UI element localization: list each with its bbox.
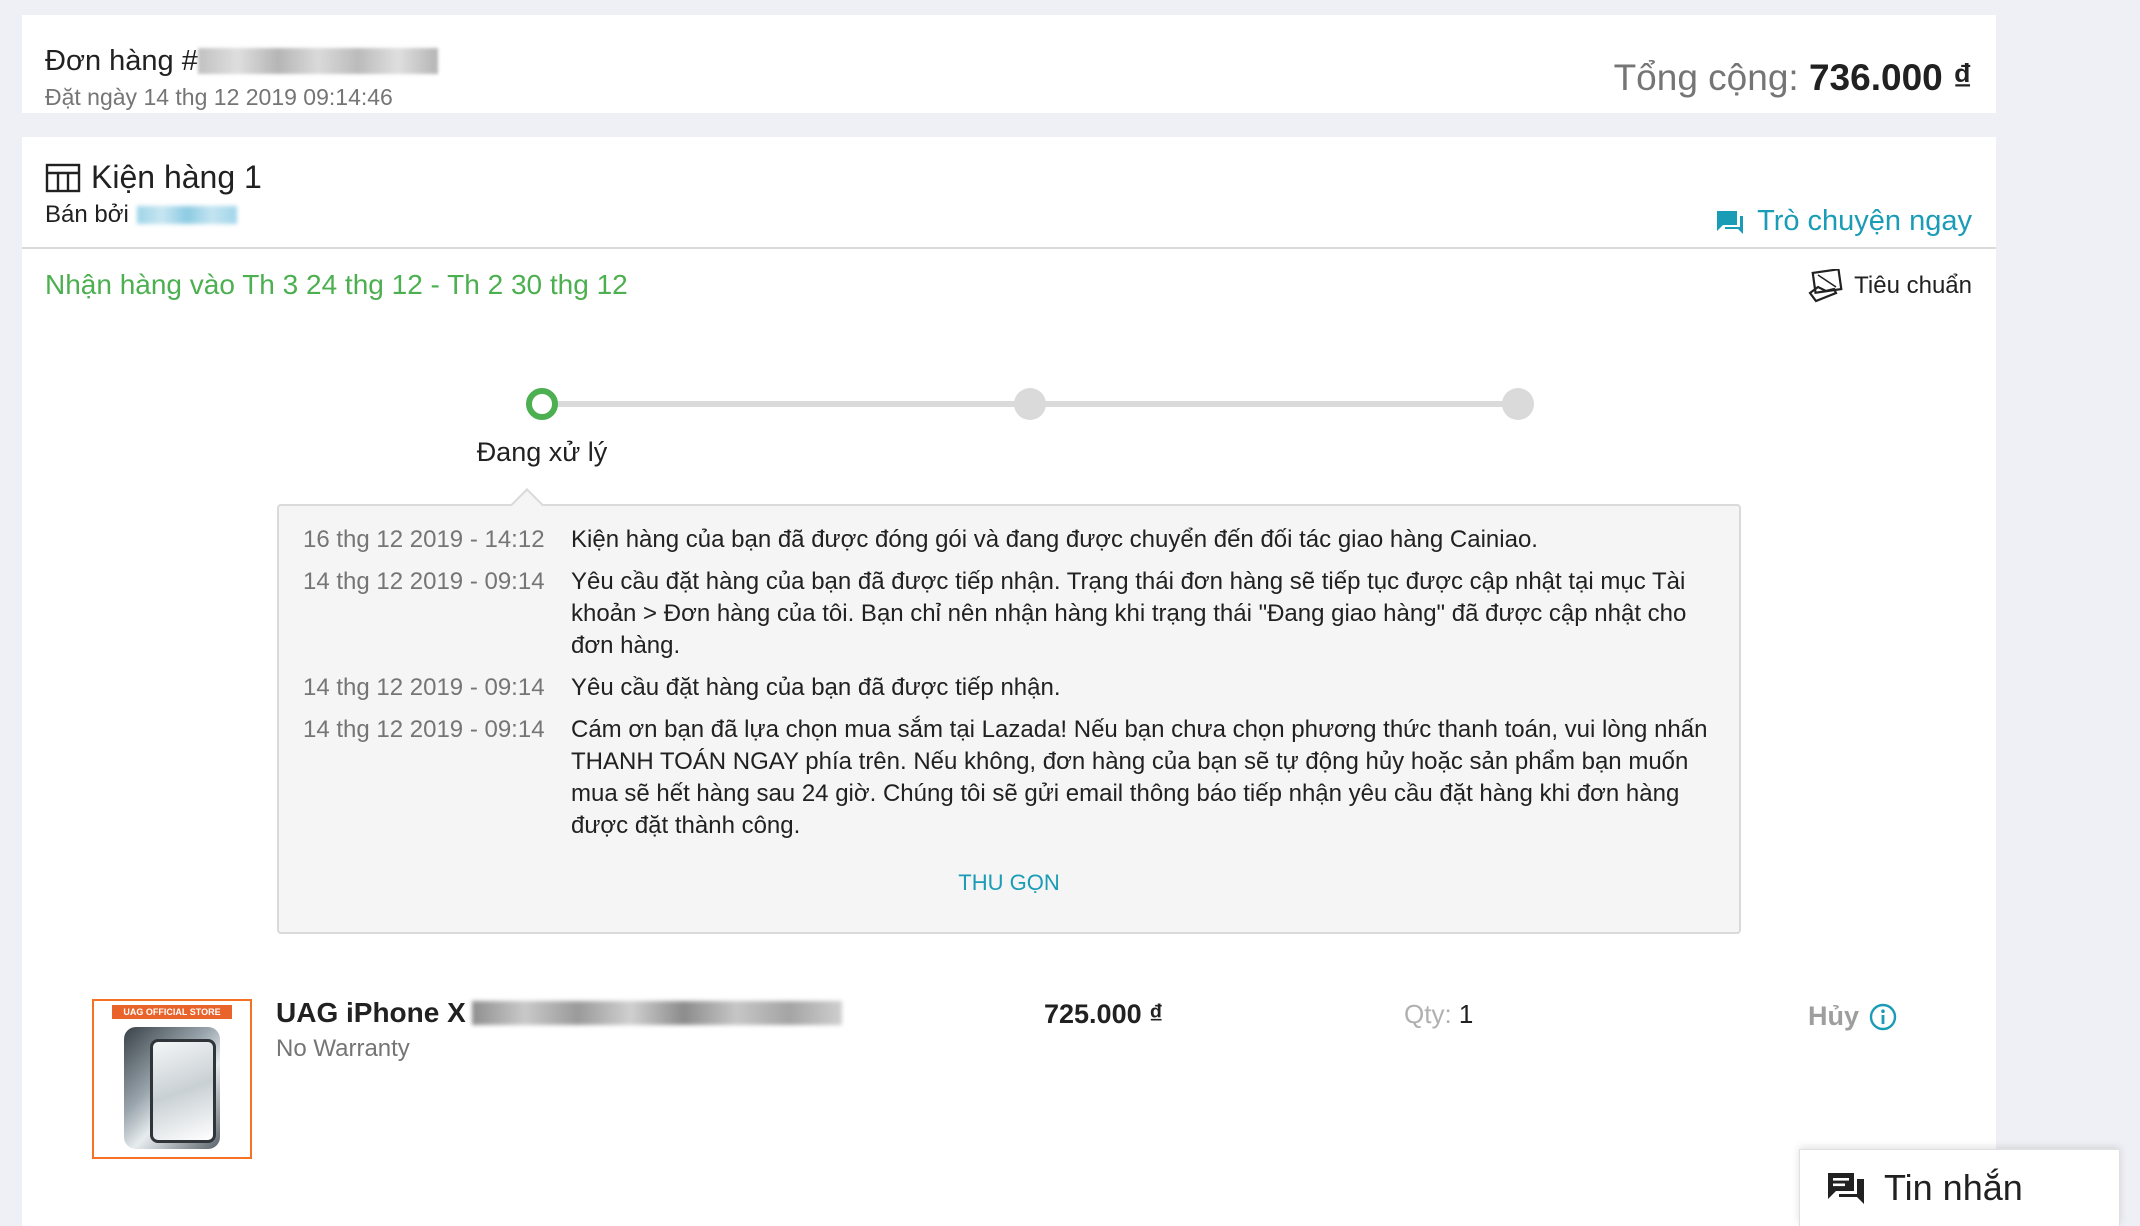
- timeline-time: 14 thg 12 2019 - 09:14: [303, 674, 545, 701]
- order-number-label: Đơn hàng #: [45, 45, 198, 77]
- product-name[interactable]: UAG iPhone X: [276, 997, 842, 1029]
- product-thumbnail[interactable]: UAG OFFICIAL STORE: [92, 999, 252, 1159]
- package-title: Kiện hàng 1: [45, 159, 262, 196]
- progress-step-delivered: [1502, 388, 1534, 420]
- store-tag: UAG OFFICIAL STORE: [112, 1005, 232, 1019]
- package-card: Kiện hàng 1 Bán bởi Trò chuyện ngay Nhận…: [22, 137, 1996, 1226]
- order-total: Tổng cộng: 736.000 ₫: [1614, 57, 1972, 99]
- package-title-text: Kiện hàng 1: [91, 159, 262, 195]
- product-quantity: Qty: 1: [1404, 999, 1473, 1030]
- order-placed-date: Đặt ngày 14 thg 12 2019 09:14:46: [45, 84, 393, 110]
- progress-segment-2: [1030, 401, 1518, 407]
- page-background-strip: [1996, 0, 2140, 1226]
- seller-label: Bán bởi: [45, 201, 129, 228]
- timeline-time: 16 thg 12 2019 - 14:12: [303, 526, 545, 553]
- seller-line: Bán bởi: [45, 201, 237, 229]
- delivery-range: Nhận hàng vào Th 3 24 thg 12 - Th 2 30 t…: [45, 269, 628, 300]
- item-status-label: Hủy: [1808, 1001, 1860, 1031]
- order-total-label: Tổng cộng:: [1613, 57, 1799, 98]
- progress-step-shipped: [1014, 388, 1046, 420]
- shipping-type: Tiêu chuẩn: [1808, 269, 1972, 303]
- product-price: 725.000 ₫: [1044, 999, 1163, 1029]
- order-number: Đơn hàng #: [45, 45, 438, 78]
- message-icon: [1828, 1173, 1864, 1204]
- shipping-type-label: Tiêu chuẩn: [1854, 272, 1972, 299]
- package-header: Kiện hàng 1 Bán bởi Trò chuyện ngay: [22, 137, 1996, 249]
- progress-status-label: Đang xử lý: [476, 437, 608, 467]
- redacted-seller-name[interactable]: [136, 206, 237, 224]
- messages-widget[interactable]: Tin nhắn: [1799, 1149, 2120, 1226]
- collapse-timeline-button[interactable]: THU GỌN: [279, 870, 1739, 896]
- delivery-hand-icon: [1808, 269, 1843, 303]
- timeline-text: Yêu cầu đặt hàng của bạn đã được tiếp nh…: [571, 568, 1687, 659]
- chat-icon: [1717, 210, 1744, 234]
- chat-now-button[interactable]: Trò chuyện ngay: [1715, 205, 1972, 238]
- chat-now-label: Trò chuyện ngay: [1757, 205, 1972, 237]
- redacted-product-variant: [471, 1001, 842, 1025]
- quantity-value: 1: [1458, 999, 1474, 1029]
- messages-widget-label: Tin nhắn: [1884, 1167, 2023, 1208]
- quantity-label: Qty:: [1404, 999, 1452, 1029]
- info-icon[interactable]: [1869, 1003, 1897, 1031]
- order-total-value: 736.000 ₫: [1808, 57, 1972, 98]
- product-name-text: UAG iPhone X: [276, 997, 466, 1028]
- timeline-text: Kiện hàng của bạn đã được đóng gói và đa…: [571, 526, 1538, 553]
- redacted-order-id: [197, 48, 438, 74]
- timeline-time: 14 thg 12 2019 - 09:14: [303, 568, 545, 595]
- progress-segment-1: [542, 401, 1030, 407]
- timeline-time: 14 thg 12 2019 - 09:14: [303, 716, 545, 743]
- package-icon: [45, 163, 81, 192]
- order-header: Đơn hàng # Đặt ngày 14 thg 12 2019 09:14…: [22, 15, 1996, 113]
- timeline-text: Yêu cầu đặt hàng của bạn đã được tiếp nh…: [571, 674, 1061, 701]
- progress-step-processing: [526, 388, 558, 420]
- product-warranty: No Warranty: [276, 1035, 410, 1062]
- timeline-text: Cám ơn bạn đã lựa chọn mua sắm tại Lazad…: [571, 716, 1708, 839]
- tracking-timeline: 16 thg 12 2019 - 14:12 Kiện hàng của bạn…: [277, 504, 1741, 934]
- item-status: Hủy: [1808, 1001, 1897, 1032]
- phone-case-image: [124, 1027, 220, 1149]
